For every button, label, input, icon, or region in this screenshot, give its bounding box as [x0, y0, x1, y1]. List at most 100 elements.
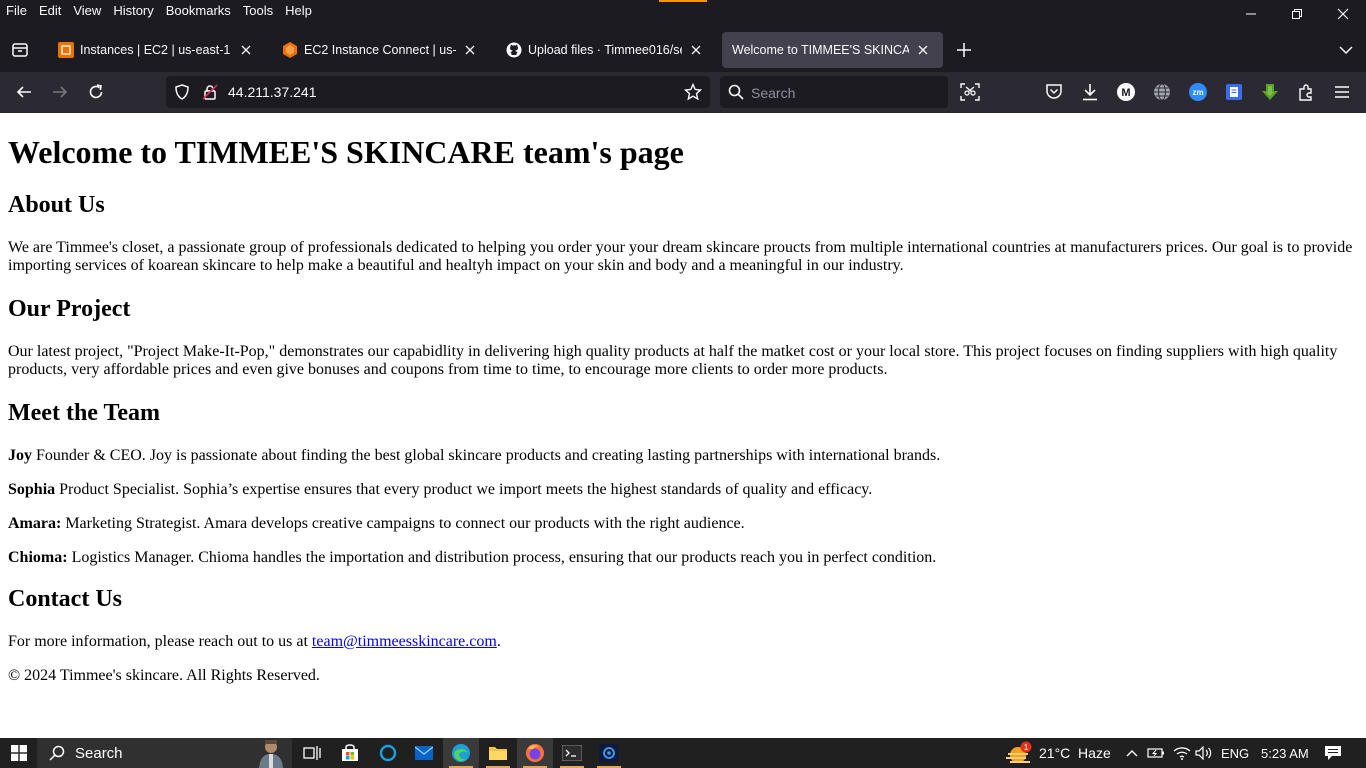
mail-app[interactable] [406, 738, 442, 768]
show-hidden-icons-button[interactable] [1124, 738, 1140, 768]
insecure-lock-icon[interactable] [200, 82, 220, 102]
app-menu-button[interactable] [1330, 80, 1354, 104]
terminal-app[interactable] [554, 738, 590, 768]
url-text[interactable]: 44.211.37.241 [228, 84, 317, 100]
screenshot-icon [960, 83, 980, 101]
notifications-button[interactable] [1322, 738, 1344, 768]
menu-view[interactable]: View [67, 0, 107, 22]
tab-title: EC2 Instance Connect | us-east-1 [304, 43, 456, 57]
cortana-ring-icon [379, 744, 397, 762]
bookmark-star-icon[interactable] [682, 81, 704, 103]
back-arrow-icon [16, 86, 31, 98]
edge-app[interactable] [443, 738, 479, 768]
zoom-extension-button[interactable]: zm [1186, 80, 1210, 104]
team-member-chioma: Chioma: Logistics Manager. Chioma handle… [8, 549, 1358, 567]
firefox-icon [526, 744, 544, 762]
close-window-button[interactable] [1320, 0, 1366, 28]
task-view-button[interactable] [294, 738, 330, 768]
weather-text: 21°C Haze [1039, 745, 1111, 761]
list-all-tabs-button[interactable] [1334, 36, 1358, 64]
vpn-client-app[interactable] [591, 738, 627, 768]
team-member-name: Sophia [8, 481, 56, 498]
cortana-app[interactable] [370, 738, 406, 768]
clock[interactable]: 5:23 AM [1261, 738, 1309, 768]
globe-icon [1154, 83, 1170, 101]
tab-ec2-instances[interactable]: Instances | EC2 | us-east-1 [48, 32, 266, 68]
menu-tools[interactable]: Tools [237, 0, 279, 22]
svg-text:M: M [1121, 87, 1130, 99]
team-member-desc: Product Specialist. Sophia’s expertise e… [55, 481, 873, 498]
download-icon [1083, 84, 1097, 101]
menu-help[interactable]: Help [279, 0, 318, 22]
tab-ec2-connect[interactable]: EC2 Instance Connect | us-east-1 [272, 32, 490, 68]
tab-close-button[interactable] [460, 40, 480, 60]
minimize-button[interactable] [1228, 0, 1274, 28]
wifi-indicator[interactable] [1172, 738, 1192, 768]
vpn-app-icon [599, 744, 619, 762]
pocket-button[interactable] [1042, 80, 1066, 104]
reload-icon [89, 84, 103, 99]
firefox-app[interactable] [517, 738, 553, 768]
team-member-joy: Joy Founder & CEO. Joy is passionate abo… [8, 447, 1358, 465]
menu-edit[interactable]: Edit [33, 0, 67, 22]
team-member-desc: Marketing Strategist. Amara develops cre… [61, 515, 745, 532]
tracking-protection-shield-icon[interactable] [172, 82, 192, 102]
wifi-icon [1173, 747, 1191, 760]
close-icon [1337, 8, 1349, 20]
search-icon [49, 745, 65, 766]
account-extension-button[interactable]: M [1114, 80, 1138, 104]
restore-button[interactable] [1274, 0, 1320, 28]
search-icon [728, 84, 744, 105]
zoom-icon: zm [1189, 83, 1207, 101]
taskbar-search-box[interactable]: Search [37, 738, 292, 768]
extensions-button[interactable] [1294, 80, 1318, 104]
weather-widget[interactable]: 1 21°C Haze [1004, 738, 1111, 768]
back-button[interactable] [9, 77, 39, 107]
globe-extension-button[interactable] [1150, 80, 1174, 104]
menu-file[interactable]: File [0, 0, 33, 22]
start-button[interactable] [0, 738, 37, 768]
screenshot-button[interactable] [958, 80, 982, 104]
url-bar[interactable]: 44.211.37.241 [166, 76, 710, 108]
close-icon [918, 45, 928, 55]
downloads-button[interactable] [1078, 80, 1102, 104]
window-controls [1228, 0, 1366, 28]
page-title: Welcome to TIMMEE'S SKINCARE team's page [8, 134, 684, 170]
input-language-indicator[interactable]: ENG [1221, 738, 1249, 768]
ec2-connect-icon [282, 42, 298, 58]
menu-history[interactable]: History [107, 0, 159, 22]
battery-indicator[interactable] [1146, 738, 1166, 768]
tab-close-button[interactable] [913, 40, 933, 60]
task-view-icon [303, 746, 321, 760]
tab-github-upload[interactable]: Upload files · Timmee016/second [496, 32, 716, 68]
project-heading: Our Project [8, 296, 131, 322]
tab-timmees-skincare[interactable]: Welcome to TIMMEE'S SKINCARE [722, 32, 943, 68]
reload-button[interactable] [81, 77, 111, 107]
close-icon [691, 45, 701, 55]
download-helper-extension-button[interactable] [1258, 80, 1282, 104]
microsoft-store-app[interactable] [332, 738, 368, 768]
restore-icon [1292, 9, 1302, 19]
firefox-view-button[interactable] [6, 34, 34, 66]
contact-text: For more information, please reach out t… [8, 633, 1358, 651]
new-tab-button[interactable] [950, 36, 978, 64]
reader-extension-button[interactable] [1222, 80, 1246, 104]
volume-control[interactable] [1194, 738, 1214, 768]
chevron-down-icon [1339, 46, 1353, 55]
tab-strip: Instances | EC2 | us-east-1 EC2 Instance… [0, 28, 1366, 72]
footer-copyright: © 2024 Timmee's skincare. All Rights Res… [8, 667, 320, 684]
tab-close-button[interactable] [686, 40, 706, 60]
search-bar[interactable]: Search [720, 76, 948, 108]
tab-title: Welcome to TIMMEE'S SKINCARE [732, 43, 909, 57]
team-member-desc: Founder & CEO. Joy is passionate about f… [32, 447, 941, 464]
file-explorer-app[interactable] [480, 738, 516, 768]
contact-email-link[interactable]: team@timmeesskincare.com [312, 633, 497, 650]
project-text: Our latest project, "Project Make-It-Pop… [8, 343, 1338, 378]
team-heading: Meet the Team [8, 400, 160, 426]
team-member-name: Amara: [8, 515, 62, 532]
notification-center-icon [1325, 746, 1341, 760]
menu-bookmarks[interactable]: Bookmarks [160, 0, 237, 22]
tab-close-button[interactable] [236, 40, 256, 60]
windows-taskbar: Search 1 21°C Haze ENG 5:23 AM [0, 738, 1366, 768]
forward-button[interactable] [45, 77, 75, 107]
